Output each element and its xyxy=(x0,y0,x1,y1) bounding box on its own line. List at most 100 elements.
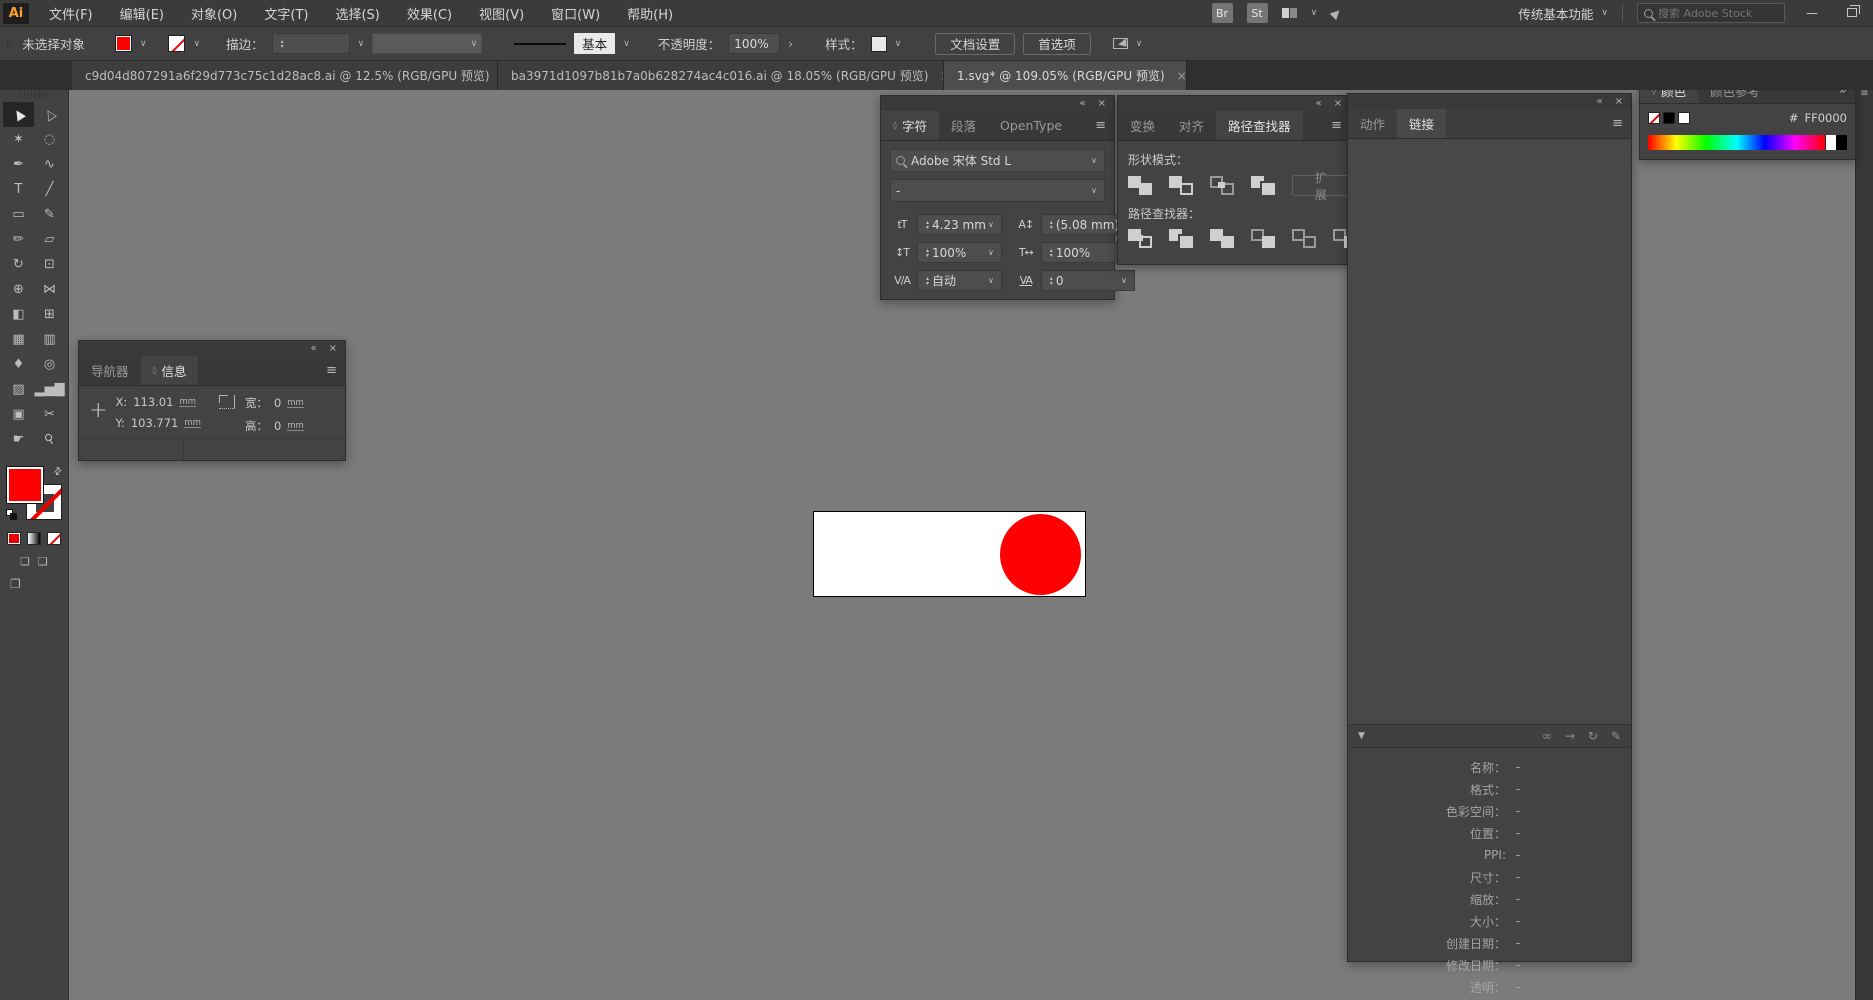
default-fill-stroke-icon[interactable] xyxy=(6,509,17,520)
rectangle-tool[interactable]: ▭ xyxy=(3,202,34,227)
red-circle-shape[interactable] xyxy=(1000,514,1081,595)
color-button[interactable] xyxy=(7,532,21,545)
menu-item-1[interactable]: 编辑(E) xyxy=(120,4,164,23)
shape-builder-tool[interactable]: ◧ xyxy=(3,302,34,327)
bridge-icon[interactable]: Br xyxy=(1212,3,1233,23)
panel-menu-icon[interactable]: ≡ xyxy=(1323,111,1350,140)
collapse-panel-icon[interactable]: « xyxy=(1315,98,1321,109)
blend-tool[interactable]: ◎ xyxy=(34,352,65,377)
tab-character[interactable]: ◊字符 xyxy=(881,111,939,140)
tracking-field[interactable]: ▴▾ 0 ∨ xyxy=(1041,270,1135,291)
stroke-weight-field[interactable]: ▴▾ xyxy=(272,33,350,54)
tab-actions[interactable]: 动作 xyxy=(1348,109,1397,138)
update-link-icon[interactable]: ↻ xyxy=(1588,729,1598,743)
menu-item-7[interactable]: 窗口(W) xyxy=(551,4,600,23)
vertical-scale-field[interactable]: ▴▾ 100% ∨ xyxy=(917,242,1002,263)
relink-icon[interactable]: ∞ xyxy=(1542,729,1552,743)
none-button[interactable] xyxy=(47,532,61,545)
tab-navigator[interactable]: 导航器 xyxy=(79,356,141,385)
opacity-options-icon[interactable]: › xyxy=(788,37,793,51)
document-tab[interactable]: c9d04d807291a6f29d773c75c1d28ac8.ai @ 12… xyxy=(72,61,498,90)
change-screen-mode-icon[interactable]: ❐ xyxy=(0,577,21,591)
type-tool[interactable]: T xyxy=(3,177,34,202)
close-panel-icon[interactable]: × xyxy=(1098,98,1106,109)
panel-grip[interactable]: ⁞⁞ xyxy=(6,38,10,49)
chevron-down-icon[interactable]: ∨ xyxy=(358,39,365,49)
close-panel-icon[interactable]: × xyxy=(1615,96,1623,107)
menu-item-4[interactable]: 选择(S) xyxy=(335,4,379,23)
chevron-down-icon[interactable]: ∨ xyxy=(140,39,147,49)
shape-mode-intersect-icon[interactable] xyxy=(1210,176,1234,195)
chevron-down-icon[interactable]: ∨ xyxy=(1089,186,1099,195)
stepper-icon[interactable]: ▴▾ xyxy=(923,248,932,258)
black-swatch[interactable] xyxy=(1663,112,1675,124)
collapse-panel-icon[interactable]: « xyxy=(1079,98,1085,109)
pen-tool[interactable]: ✒ xyxy=(3,152,34,177)
restore-button[interactable] xyxy=(1839,6,1865,20)
font-size-field[interactable]: ▴▾ 4.23 mm ∨ xyxy=(917,214,1002,235)
perspective-grid-tool[interactable]: ⊞ xyxy=(34,302,65,327)
stepper-icon[interactable]: ▴▾ xyxy=(1047,248,1056,258)
fill-color-swatch[interactable] xyxy=(115,35,132,52)
brush-definition[interactable]: 基本 xyxy=(574,33,615,54)
zoom-tool[interactable]: ⚲ xyxy=(34,427,65,452)
eyedropper-tool[interactable]: ♦ xyxy=(3,352,34,377)
close-icon[interactable]: × xyxy=(1177,69,1187,83)
eraser-tool[interactable]: ▱ xyxy=(34,227,65,252)
menu-item-6[interactable]: 视图(V) xyxy=(479,4,524,23)
white-swatch[interactable] xyxy=(1678,112,1690,124)
mesh-tool[interactable]: ▦ xyxy=(3,327,34,352)
pathfinder-outline-icon[interactable] xyxy=(1292,229,1316,248)
stock-icon[interactable]: St xyxy=(1247,3,1268,23)
collapse-panel-icon[interactable]: « xyxy=(310,343,316,354)
tab-info[interactable]: ◊信息 xyxy=(141,356,199,385)
stepper-icon[interactable]: ▴▾ xyxy=(278,39,287,49)
chevron-down-icon[interactable]: ∨ xyxy=(895,39,902,49)
minimize-button[interactable]: — xyxy=(1799,6,1825,20)
magic-wand-tool[interactable]: ✶ xyxy=(3,127,34,152)
panel-menu-icon[interactable]: ≡ xyxy=(1087,111,1114,140)
curvature-tool[interactable]: ∿ xyxy=(34,152,65,177)
preferences-button[interactable]: 首选项 xyxy=(1023,33,1091,55)
stepper-icon[interactable]: ▴▾ xyxy=(1047,276,1056,286)
selection-tool[interactable]: ▲ xyxy=(3,102,34,127)
tab-links[interactable]: 链接 xyxy=(1397,109,1446,138)
draw-normal-icon[interactable]: ❏ xyxy=(20,555,30,568)
edit-original-icon[interactable]: ✎ xyxy=(1611,729,1621,743)
font-style-field[interactable]: - ∨ xyxy=(890,179,1105,202)
rotate-tool[interactable]: ↻ xyxy=(3,252,34,277)
free-transform-tool[interactable]: ⊡ xyxy=(34,252,65,277)
chevron-down-icon[interactable]: ∨ xyxy=(986,248,996,257)
stroke-color-swatch[interactable] xyxy=(168,35,185,52)
menu-item-8[interactable]: 帮助(H) xyxy=(627,4,673,23)
panel-menu-icon[interactable]: ≡ xyxy=(318,356,345,385)
tab-transform[interactable]: 变换 xyxy=(1118,111,1167,140)
shape-mode-exclude-icon[interactable] xyxy=(1251,176,1275,195)
panel-grip[interactable]: |||||||| xyxy=(19,90,49,100)
graphic-style-swatch[interactable] xyxy=(871,36,887,52)
variable-width-profile-dropdown[interactable]: ∨ xyxy=(372,33,482,54)
menu-item-2[interactable]: 对象(O) xyxy=(191,4,237,23)
chevron-down-icon[interactable]: ∨ xyxy=(1311,8,1318,18)
column-graph-tool[interactable]: ▂▅▇ xyxy=(34,377,65,402)
symbol-sprayer-tool[interactable]: ▨ xyxy=(3,377,34,402)
hex-field[interactable]: # FF0000 xyxy=(1789,111,1847,125)
stock-search[interactable] xyxy=(1637,3,1785,23)
tab-pathfinder[interactable]: 路径查找器 xyxy=(1216,111,1303,140)
menu-item-5[interactable]: 效果(C) xyxy=(407,4,452,23)
search-input[interactable] xyxy=(1658,7,1768,20)
pathfinder-divide-icon[interactable] xyxy=(1128,229,1152,248)
hand-tool[interactable]: ☛ xyxy=(3,427,34,452)
white-shortcut-swatch[interactable] xyxy=(1825,135,1836,150)
document-tab[interactable]: ba3971d1097b81b7a0b628274ac4c016.ai @ 18… xyxy=(498,61,944,90)
fill-proxy-swatch[interactable] xyxy=(6,466,44,504)
pathfinder-crop-icon[interactable] xyxy=(1251,229,1275,248)
shaper-tool[interactable]: ✏ xyxy=(3,227,34,252)
chevron-down-icon[interactable]: ∨ xyxy=(1136,39,1143,49)
stepper-icon[interactable]: ▴▾ xyxy=(1047,220,1056,230)
gpu-performance-icon[interactable]: ▶ xyxy=(1328,5,1344,21)
gradient-tool[interactable]: ▥ xyxy=(34,327,65,352)
opacity-field[interactable]: 100% xyxy=(728,33,780,54)
panel-menu-icon[interactable]: ≡ xyxy=(1604,109,1631,138)
collapse-panel-icon[interactable]: « xyxy=(1596,96,1602,107)
